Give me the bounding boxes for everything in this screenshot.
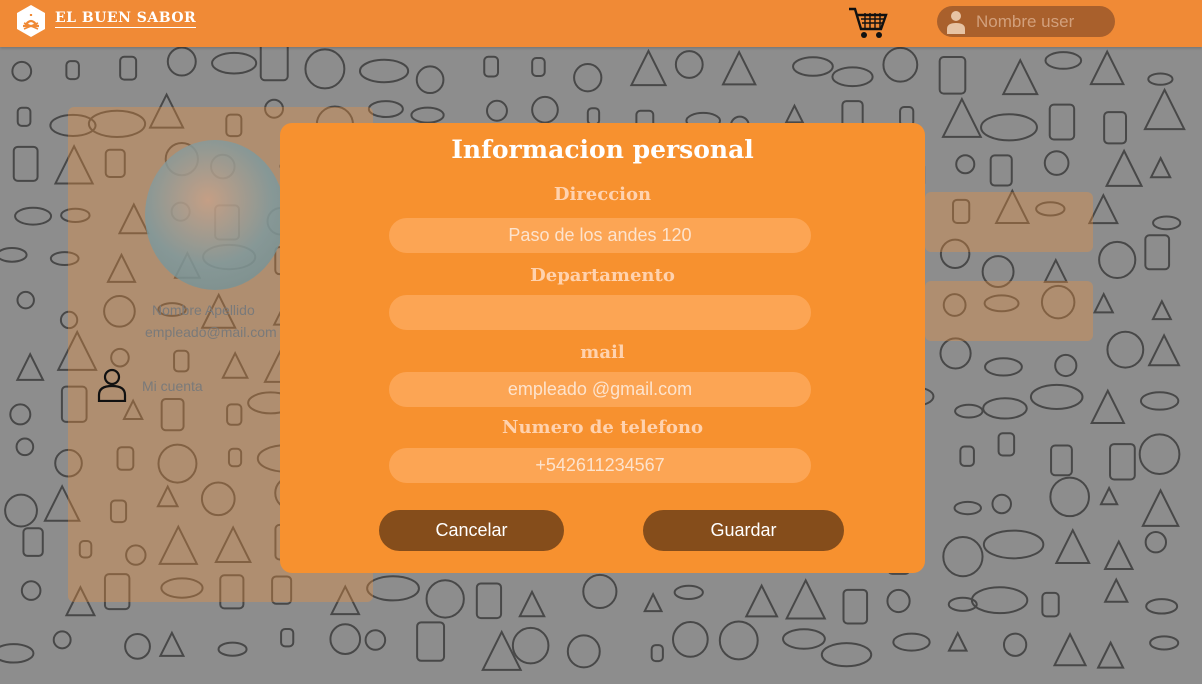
departamento-input[interactable]: [389, 295, 811, 330]
save-button[interactable]: Guardar: [643, 510, 844, 551]
background-panel: [925, 281, 1093, 341]
background-panel: [925, 192, 1093, 252]
logo-icon[interactable]: [14, 4, 48, 38]
modal-title: Informacion personal: [451, 135, 754, 164]
departamento-label: Departamento: [530, 265, 675, 286]
brand-name[interactable]: EL BUEN SABOR: [55, 10, 197, 28]
mail-input[interactable]: [389, 372, 811, 407]
cancel-button[interactable]: Cancelar: [379, 510, 564, 551]
direccion-label: Direccion: [553, 184, 652, 205]
telefono-label: Numero de telefono: [502, 417, 703, 438]
personal-info-modal: Informacion personal Direccion Departame…: [280, 123, 925, 573]
profile-name: Nombre Apellido: [152, 302, 255, 318]
user-icon: [947, 10, 965, 34]
direccion-input[interactable]: [389, 218, 811, 253]
profile-avatar: [145, 140, 285, 290]
telefono-input[interactable]: [389, 448, 811, 483]
user-menu[interactable]: Nombre user: [937, 6, 1115, 37]
mail-label: mail: [580, 342, 625, 363]
top-header: EL BUEN SABOR Nombre user: [0, 0, 1202, 47]
profile-email: empleado@mail.com: [145, 324, 277, 340]
account-icon: [97, 368, 127, 402]
cart-icon[interactable]: [848, 5, 888, 41]
sidebar-item-mi-cuenta: Mi cuenta: [142, 378, 203, 394]
user-name: Nombre user: [976, 11, 1075, 31]
